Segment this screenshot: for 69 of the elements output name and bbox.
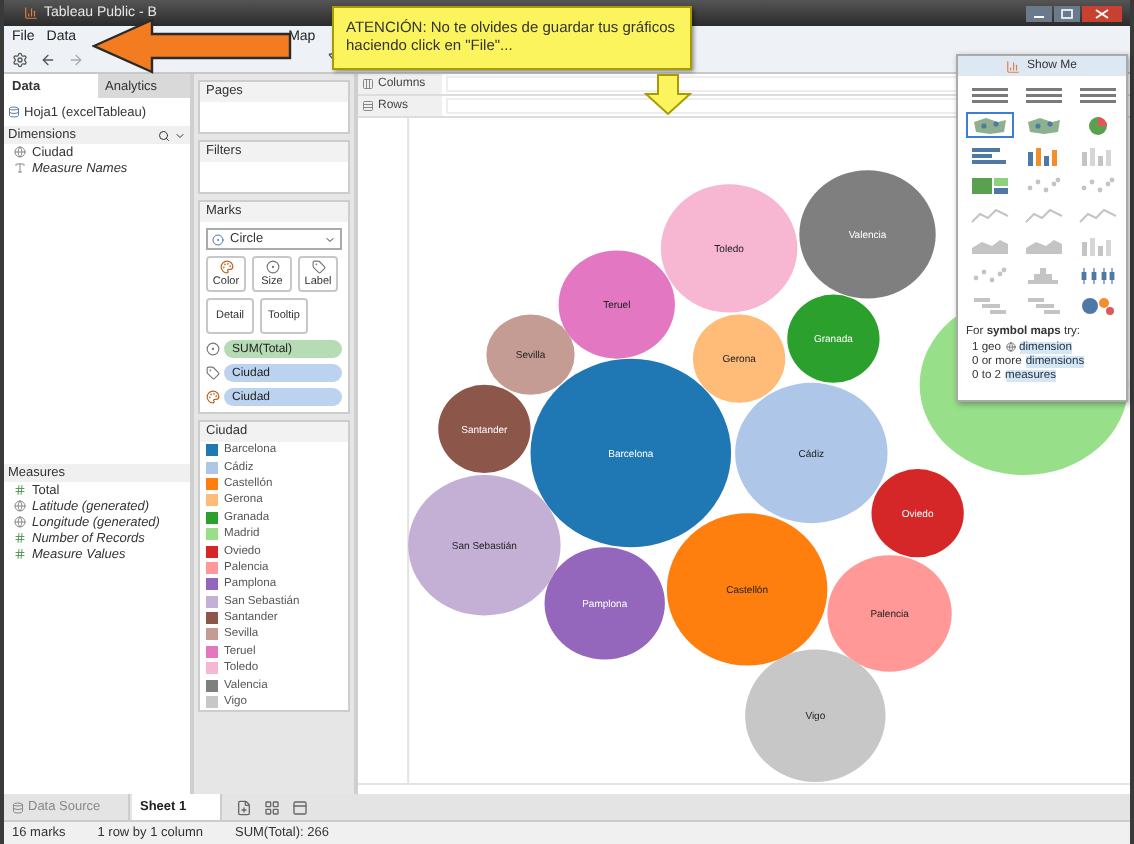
dots-icon	[1024, 175, 1064, 195]
chart-type-button[interactable]	[966, 172, 1014, 198]
palette-icon	[219, 260, 233, 274]
bar-chart-icon	[1006, 59, 1021, 73]
palette-icon	[206, 390, 220, 404]
area-chart-icon	[970, 235, 1010, 255]
treemap-icon	[970, 175, 1010, 195]
chart-type-button[interactable]	[1020, 82, 1068, 108]
caret-icon	[324, 233, 336, 245]
bubble[interactable]	[530, 358, 732, 548]
label-icon	[311, 260, 325, 274]
horizontal-bars-icon	[970, 145, 1010, 165]
search-icon[interactable]	[158, 129, 170, 141]
label-icon	[206, 366, 220, 380]
gantt-icon	[970, 295, 1010, 315]
bubble[interactable]	[745, 649, 886, 782]
database-icon	[8, 106, 20, 118]
dots-icon	[970, 265, 1010, 285]
new-dashboard-icon[interactable]	[264, 799, 280, 815]
bubble[interactable]	[660, 184, 798, 313]
rows-icon	[362, 100, 374, 112]
globe-icon	[14, 146, 26, 158]
line-chart-icon	[970, 205, 1010, 225]
bubble[interactable]	[693, 314, 786, 403]
circle-icon	[212, 233, 224, 245]
bubble[interactable]	[438, 384, 531, 474]
text-table-icon	[970, 85, 1010, 105]
text-field-icon	[14, 162, 26, 174]
columns-icon	[362, 78, 374, 90]
text-table-icon	[1078, 85, 1118, 105]
bubble[interactable]	[799, 170, 936, 299]
bubble[interactable]	[486, 314, 575, 395]
bubble[interactable]	[666, 513, 828, 666]
settings-icon[interactable]	[12, 52, 28, 68]
note-arrow-tooltip	[644, 74, 692, 116]
histogram-icon	[1024, 265, 1064, 285]
chart-type-button[interactable]	[1074, 82, 1122, 108]
database-icon	[12, 801, 24, 813]
globe-icon	[14, 500, 26, 512]
gantt-icon	[1024, 295, 1064, 315]
chart-type-button[interactable]	[966, 112, 1014, 138]
new-story-icon[interactable]	[292, 799, 308, 815]
back-arrow-icon[interactable]	[40, 52, 56, 68]
dots-icon	[1078, 175, 1118, 195]
caret-icon[interactable]	[174, 129, 186, 141]
bubbles-icon	[1078, 295, 1118, 315]
window-controls-icon[interactable]	[1026, 3, 1122, 23]
box-plot-icon	[1078, 265, 1118, 285]
bubble[interactable]	[735, 382, 888, 524]
globe-icon	[14, 516, 26, 528]
bubble[interactable]	[544, 547, 665, 660]
bubble[interactable]	[408, 475, 561, 616]
number-icon	[14, 484, 26, 496]
map-icon	[1024, 115, 1064, 135]
number-icon	[14, 548, 26, 560]
size-icon	[206, 342, 220, 356]
line-chart-icon	[1024, 205, 1064, 225]
number-icon	[14, 532, 26, 544]
area-chart-icon	[1024, 235, 1064, 255]
text-table-icon	[1024, 85, 1064, 105]
size-icon	[265, 260, 279, 274]
bubble[interactable]	[871, 469, 964, 558]
chart-type-button[interactable]	[966, 82, 1014, 108]
bubble[interactable]	[558, 250, 675, 359]
line-chart-icon	[1078, 205, 1118, 225]
bubble[interactable]	[787, 294, 880, 383]
new-sheet-icon[interactable]	[236, 799, 252, 815]
map-icon	[970, 115, 1010, 135]
app-icon	[24, 6, 38, 20]
